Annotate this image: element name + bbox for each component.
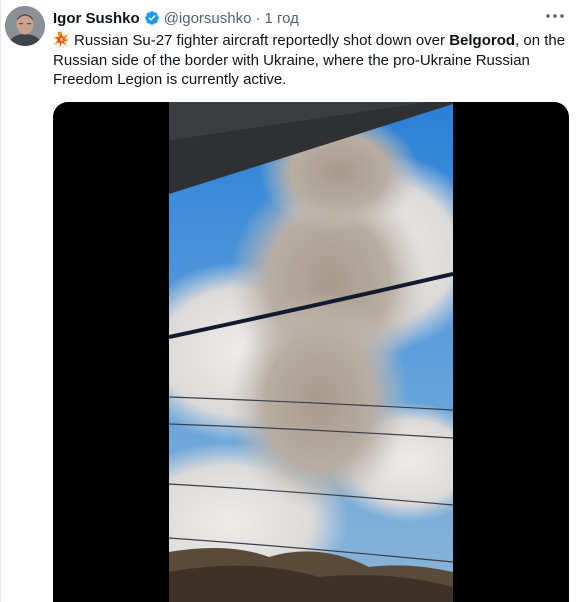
tweet-card[interactable]: Igor Sushko @igorsushko · 1 год Russian … (0, 0, 577, 602)
verified-badge-icon (144, 10, 160, 26)
author-name[interactable]: Igor Sushko (53, 10, 140, 27)
tweet-text: Russian Su-27 fighter aircraft reportedl… (53, 31, 568, 90)
video-player[interactable] (53, 102, 569, 602)
author-handle[interactable]: @igorsushko (164, 10, 252, 27)
collision-emoji-icon (53, 31, 70, 48)
more-options-icon[interactable] (543, 8, 567, 24)
tweet-header: Igor Sushko @igorsushko · 1 год (53, 8, 299, 28)
avatar[interactable] (5, 6, 45, 46)
video-frame[interactable] (169, 102, 453, 602)
timestamp[interactable]: 1 год (264, 10, 298, 27)
tweet-text-bold-link[interactable]: Belgorod (449, 32, 515, 49)
separator-dot: · (255, 9, 261, 27)
tweet-text-part1: Russian Su-27 fighter aircraft reportedl… (74, 32, 450, 49)
